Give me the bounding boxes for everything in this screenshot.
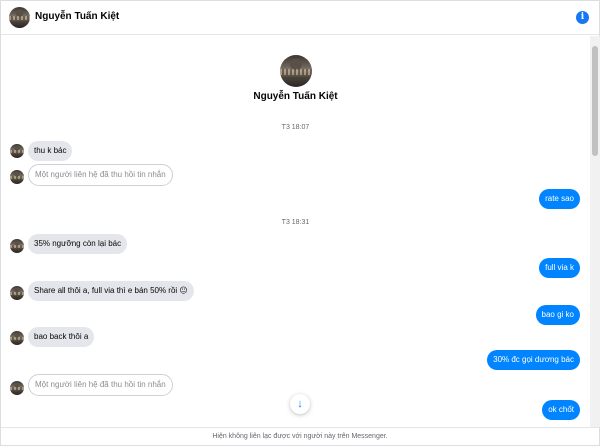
unavailable-notice: Hiện không liên lạc được với người này t… [1, 427, 599, 445]
profile-avatar[interactable] [280, 55, 312, 87]
sender-avatar[interactable] [10, 331, 24, 345]
sender-avatar[interactable] [10, 239, 24, 253]
message-bubble[interactable]: full via k [539, 258, 580, 278]
scrollbar[interactable] [590, 36, 600, 427]
message-bubble[interactable]: bao back thôi a [28, 327, 95, 347]
sender-avatar[interactable] [10, 144, 24, 158]
message-bubble[interactable]: 30% đc gọi dương bác [487, 350, 580, 370]
profile-name: Nguyễn Tuấn Kiệt [253, 91, 338, 102]
sender-avatar[interactable] [10, 170, 24, 184]
message-bubble[interactable]: 35% ngưỡng còn lại bác [28, 234, 128, 254]
sender-avatar[interactable] [10, 286, 24, 300]
retracted-message: Một người liên hệ đã thu hồi tin nhắn [28, 374, 173, 396]
timestamp: T3 18:31 [281, 219, 310, 226]
scroll-down-button[interactable]: ↓ [290, 394, 310, 414]
message-bubble[interactable]: Share all thôi a, full via thì e bán 50%… [28, 281, 194, 301]
message-bubble[interactable]: bao gi ko [535, 305, 580, 325]
timestamp: T3 18:07 [281, 124, 310, 131]
message-bubble[interactable]: ok chốt [542, 400, 580, 420]
info-icon[interactable]: i [576, 11, 589, 24]
retracted-message: Một người liên hệ đã thu hồi tin nhắn [28, 164, 173, 186]
contact-name[interactable]: Nguyễn Tuấn Kiệt [35, 11, 119, 22]
message-bubble[interactable]: thu k bác [28, 141, 73, 161]
scrollbar-thumb[interactable] [592, 46, 598, 156]
message-thread[interactable]: Nguyễn Tuấn Kiệt T3 18:07 thu k bác Một … [1, 36, 590, 427]
message-bubble[interactable]: rate sao [539, 189, 580, 209]
conversation-header: Nguyễn Tuấn Kiệt i [1, 1, 599, 35]
avatar[interactable] [9, 7, 30, 28]
arrow-down-icon: ↓ [297, 398, 303, 410]
sender-avatar[interactable] [10, 381, 24, 395]
messenger-window: Nguyễn Tuấn Kiệt i Nguyễn Tuấn Kiệt T3 1… [0, 0, 600, 446]
